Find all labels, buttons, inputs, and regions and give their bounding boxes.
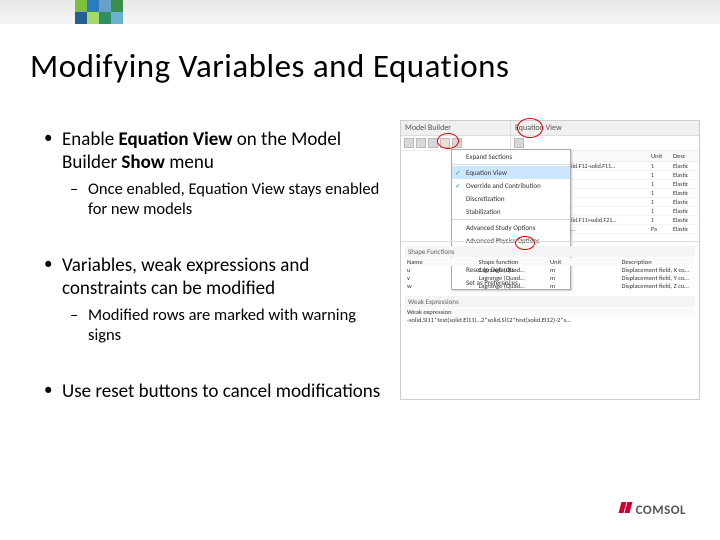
col-desc: Desc: [671, 151, 699, 161]
bullet-enable-eqview: Enable Equation View on the Model Builde…: [30, 128, 392, 174]
menu-item-override[interactable]: Override and Contribution: [452, 179, 570, 192]
shape-functions-block: Shape Functions NameShape functionUnitDe…: [405, 246, 695, 290]
menu-item-stabilization[interactable]: Stabilization: [452, 205, 570, 218]
text-fragment: menu: [165, 151, 214, 174]
toolbar-icon[interactable]: [452, 138, 462, 148]
weak-expressions-block: Weak Expressions Weak expression -solid.…: [405, 296, 695, 324]
text-strong: Show: [121, 151, 165, 174]
figure-lower-panels: Shape Functions NameShape functionUnitDe…: [401, 241, 699, 399]
block-title: Shape Functions: [405, 246, 695, 257]
menu-item-equation-view[interactable]: Equation View: [452, 166, 570, 179]
menu-item-adv-study[interactable]: Advanced Study Options: [452, 221, 570, 234]
bullet-reset: Use reset buttons to cancel modification…: [30, 380, 392, 403]
show-icon[interactable]: [440, 138, 450, 148]
bullet-stays-enabled: Once enabled, Equation View stays enable…: [30, 180, 392, 220]
menu-item-expand[interactable]: Expand Sections: [452, 150, 570, 163]
shape-row: wLagrange (Quad…mDisplacement field, Z c…: [405, 282, 695, 290]
logo-text: COMSOL: [636, 503, 686, 518]
panel-header-model-builder: Model Builder: [401, 121, 510, 136]
bullet-modified-rows: Modified rows are marked with warning si…: [30, 306, 392, 346]
spacer: [30, 354, 392, 380]
shape-header: NameShape functionUnitDescription: [405, 258, 695, 266]
weak-row: -solid.Sl11*test(solid.El11)…2*solid.Sl1…: [405, 316, 695, 324]
text-fragment: Enable: [62, 128, 118, 151]
reset-icon[interactable]: [514, 138, 524, 148]
slide: Modifying Variables and Equations Enable…: [0, 0, 720, 540]
figure-screenshot: Model Builder Equation View Name Express…: [400, 120, 700, 400]
toolbar-icon[interactable]: [416, 138, 426, 148]
content-body: Enable Equation View on the Model Builde…: [30, 128, 392, 409]
slide-title: Modifying Variables and Equations: [30, 46, 509, 86]
weak-header: Weak expression: [405, 308, 695, 316]
panel-header-eq-view: Equation View: [511, 121, 699, 136]
shape-row: uLagrange (Quad…mDisplacement field, X c…: [405, 266, 695, 274]
menu-separator: [452, 164, 570, 165]
logo-icon: [620, 502, 632, 517]
text-strong: Equation View: [118, 128, 232, 151]
spacer: [30, 228, 392, 254]
brand-logo: COMSOL: [620, 503, 686, 518]
menu-separator: [452, 219, 570, 220]
col-unit: Unit: [649, 151, 671, 161]
bullet-vars-weak: Variables, weak expressions and constrai…: [30, 254, 392, 300]
menu-item-discretization[interactable]: Discretization: [452, 192, 570, 205]
block-title: Weak Expressions: [405, 296, 695, 307]
shape-row: vLagrange (Quad…mDisplacement field, Y c…: [405, 274, 695, 282]
toolbar-icon[interactable]: [428, 138, 438, 148]
header-swatch: [75, 0, 125, 26]
toolbar-icon[interactable]: [404, 138, 414, 148]
